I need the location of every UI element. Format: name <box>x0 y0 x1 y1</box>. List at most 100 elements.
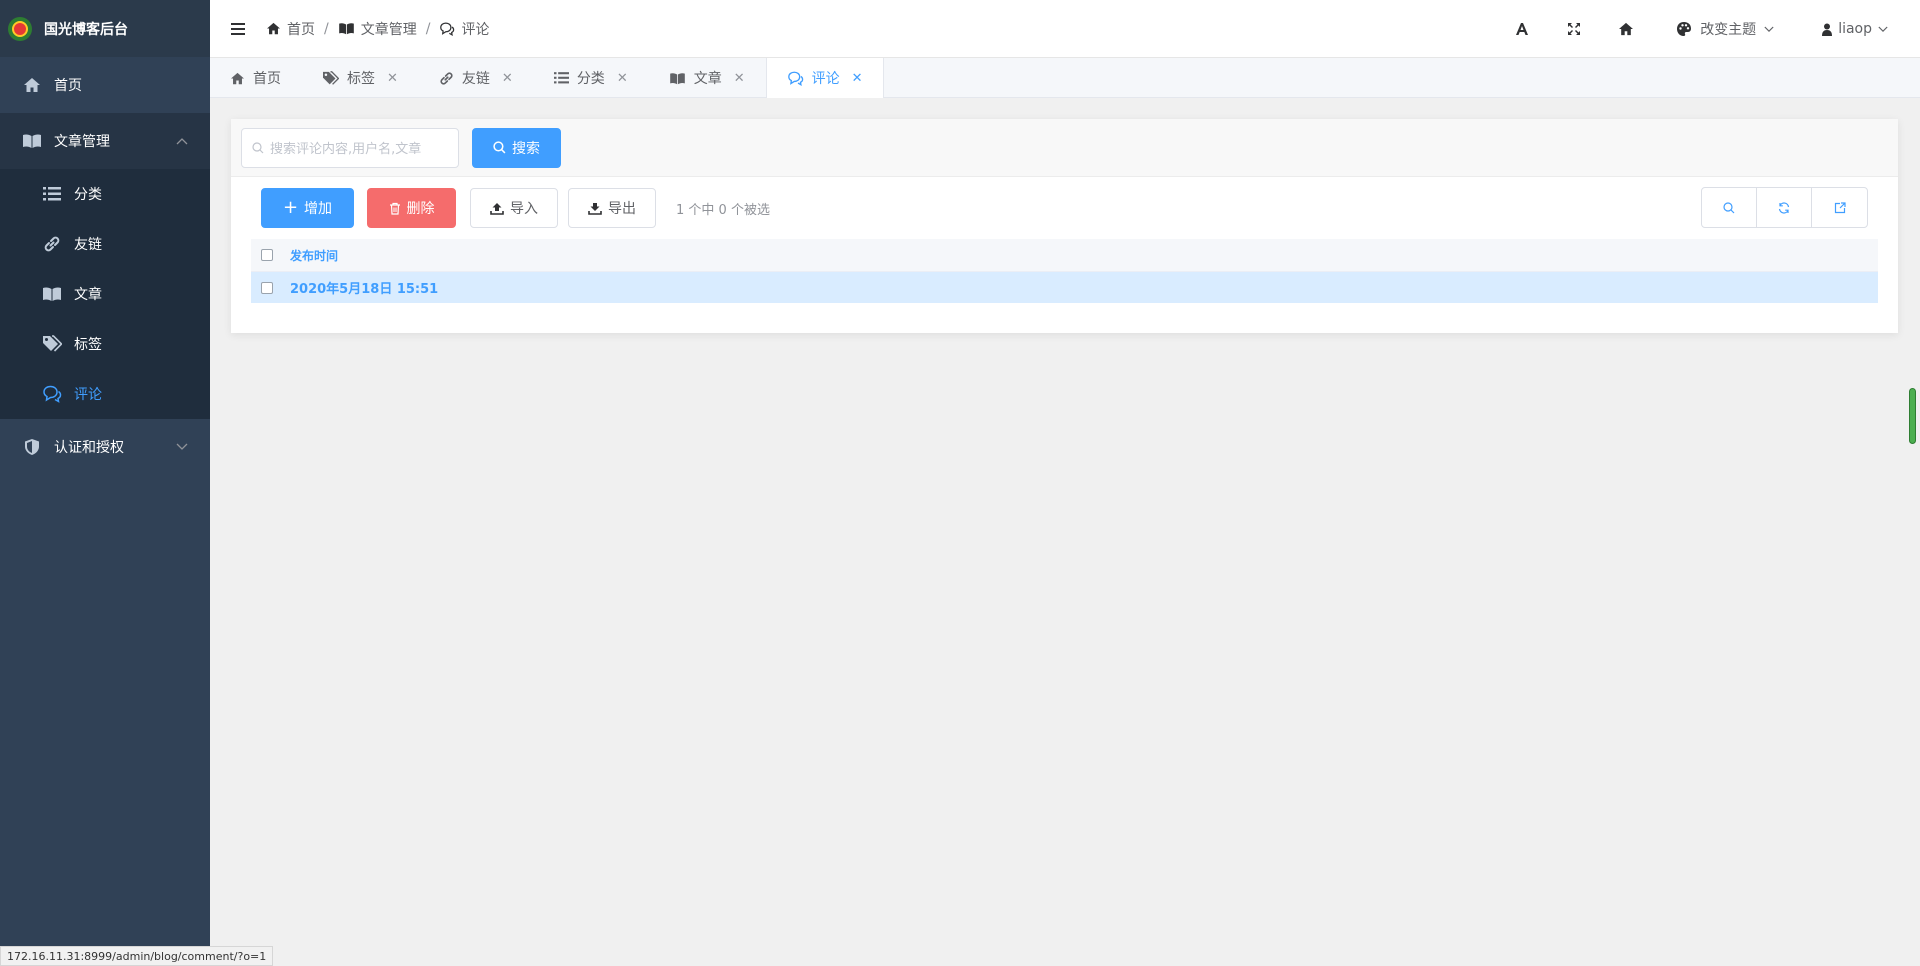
sidebar-item-label: 认证和授权 <box>54 440 124 456</box>
tab-home[interactable]: 首页 <box>210 58 302 98</box>
delete-button[interactable]: 删除 <box>367 188 456 228</box>
selection-count: 1 个中 0 个被选 <box>676 202 770 218</box>
tab-category[interactable]: 分类 ✕ <box>534 58 649 98</box>
tab-label: 分类 <box>576 71 605 87</box>
sidebar-item-label: 首页 <box>54 78 82 94</box>
shield-icon <box>22 437 42 457</box>
breadcrumb-article-management[interactable]: 文章管理 <box>338 19 417 39</box>
sidebar-item-label: 分类 <box>74 187 102 203</box>
table-row[interactable]: 2020年5月18日 15:51 <box>251 272 1878 303</box>
book-icon <box>669 72 685 84</box>
breadcrumb-label: 评论 <box>461 21 490 38</box>
home-link-icon[interactable] <box>1600 0 1652 58</box>
close-icon[interactable]: ✕ <box>617 71 628 86</box>
breadcrumb-label: 首页 <box>287 21 315 38</box>
search-icon <box>252 141 264 153</box>
table-header: 发布时间 <box>251 239 1878 272</box>
search-icon <box>1723 201 1735 213</box>
search-placeholder: 搜索评论内容,用户名,文章 <box>270 142 422 157</box>
change-theme-dropdown[interactable]: 改变主题 <box>1652 0 1804 58</box>
sidebar-item-article-management[interactable]: 文章管理 <box>0 113 210 169</box>
sidebar-item-home[interactable]: 首页 <box>0 57 210 113</box>
logo-area[interactable]: 国光博客后台 <box>0 0 210 57</box>
tags-icon <box>323 70 339 85</box>
close-icon[interactable]: ✕ <box>387 71 398 86</box>
sidebar-item-articles[interactable]: 文章 <box>0 269 210 319</box>
column-published-time[interactable]: 发布时间 <box>290 247 338 264</box>
refresh-button[interactable] <box>1757 188 1812 227</box>
chevron-up-icon <box>176 134 188 148</box>
top-navbar: 首页 / 文章管理 / 评论 改变主题 liaop <box>210 0 1920 58</box>
book-icon <box>338 23 354 35</box>
link-icon <box>440 71 453 85</box>
sidebar-item-category[interactable]: 分类 <box>0 169 210 219</box>
sidebar-item-links[interactable]: 友链 <box>0 219 210 269</box>
import-button[interactable]: 导入 <box>470 188 558 228</box>
tab-tags[interactable]: 标签 ✕ <box>302 58 419 98</box>
cell-published-time[interactable]: 2020年5月18日 15:51 <box>290 278 438 297</box>
close-icon[interactable]: ✕ <box>852 71 863 86</box>
plus-icon: + <box>282 197 299 218</box>
page-scrollbar[interactable] <box>1908 58 1920 966</box>
sidebar-item-comments[interactable]: 评论 <box>0 369 210 419</box>
font-size-icon[interactable] <box>1496 0 1548 58</box>
download-icon <box>588 202 602 215</box>
browser-status-url: 172.16.11.31:8999/admin/blog/comment/?o=… <box>0 946 274 966</box>
tab-articles[interactable]: 文章 ✕ <box>649 58 766 98</box>
tab-comments[interactable]: 评论 ✕ <box>765 58 884 98</box>
upload-icon <box>490 202 504 215</box>
scrollbar-thumb[interactable] <box>1909 388 1916 444</box>
refresh-icon <box>1778 201 1790 214</box>
book-icon <box>42 284 62 304</box>
import-button-label: 导入 <box>510 201 538 217</box>
sidebar-item-label: 文章管理 <box>54 134 110 150</box>
home-icon <box>22 75 42 95</box>
add-button[interactable]: + 增加 <box>261 188 354 228</box>
home-icon <box>231 72 244 84</box>
breadcrumb-home[interactable]: 首页 <box>266 19 315 39</box>
home-icon <box>267 22 280 35</box>
row-checkbox[interactable] <box>261 281 273 294</box>
open-new-window-button[interactable] <box>1812 188 1867 227</box>
toggle-search-button[interactable] <box>1702 188 1757 227</box>
search-button[interactable]: 搜索 <box>472 127 561 168</box>
search-bar: 搜索评论内容,用户名,文章 搜索 <box>231 119 1898 177</box>
close-icon[interactable]: ✕ <box>502 71 513 86</box>
tags-icon <box>42 334 62 354</box>
sidebar-item-auth[interactable]: 认证和授权 <box>0 419 210 475</box>
export-button[interactable]: 导出 <box>568 188 656 228</box>
select-all-checkbox[interactable] <box>261 249 273 261</box>
breadcrumb-separator: / <box>324 20 329 37</box>
comments-icon <box>787 71 803 86</box>
action-toolbar: + 增加 删除 导入 导出 1 个中 0 个被选 <box>231 177 1898 239</box>
fullscreen-icon[interactable] <box>1548 0 1600 58</box>
username: liaop <box>1838 21 1872 37</box>
tab-label: 标签 <box>347 71 375 87</box>
search-icon <box>493 141 506 154</box>
add-button-label: 增加 <box>304 201 333 217</box>
hamburger-menu-icon[interactable] <box>210 22 266 35</box>
sidebar-item-tags[interactable]: 标签 <box>0 319 210 369</box>
sidebar-item-label: 文章 <box>74 287 102 303</box>
book-icon <box>22 131 42 151</box>
tab-label: 友链 <box>461 71 490 87</box>
chevron-down-icon <box>176 440 188 454</box>
export-button-label: 导出 <box>608 201 636 217</box>
user-dropdown[interactable]: liaop <box>1804 0 1920 58</box>
chevron-down-icon <box>1764 26 1774 32</box>
close-icon[interactable]: ✕ <box>734 71 745 86</box>
tab-links[interactable]: 友链 ✕ <box>419 58 534 98</box>
list-icon <box>42 184 62 204</box>
breadcrumb-comments: 评论 <box>439 19 489 39</box>
breadcrumb: 首页 / 文章管理 / 评论 <box>266 19 489 39</box>
comments-icon <box>42 384 62 404</box>
sidebar: 国光博客后台 首页 文章管理 分类 友链 文章 标签 评论 认证和授权 <box>0 0 210 966</box>
palette-icon <box>1677 22 1692 36</box>
table-tools <box>1701 187 1868 228</box>
tags-view: 首页 标签 ✕ 友链 ✕ 分类 ✕ 文章 ✕ 评论 ✕ <box>210 58 1920 98</box>
breadcrumb-label: 文章管理 <box>360 21 417 38</box>
navbar-right: 改变主题 liaop <box>1496 0 1920 58</box>
search-input[interactable]: 搜索评论内容,用户名,文章 <box>241 127 459 168</box>
sidebar-item-label: 友链 <box>74 237 102 253</box>
comments-table: 发布时间 2020年5月18日 15:51 <box>251 239 1878 303</box>
